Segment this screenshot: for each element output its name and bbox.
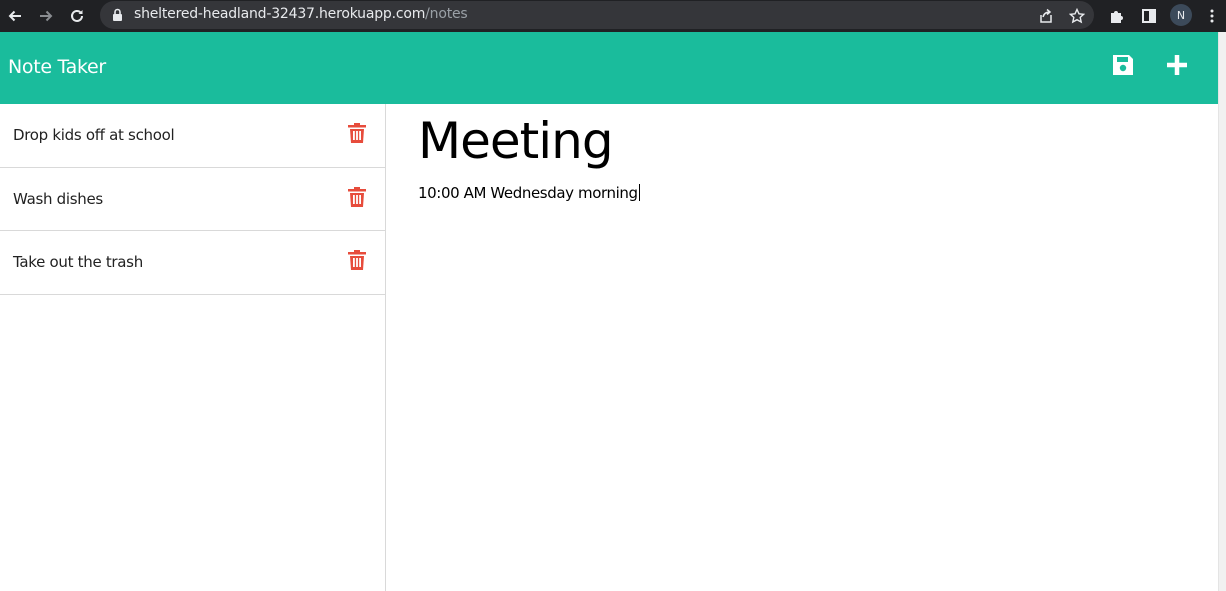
app-title[interactable]: Note Taker — [8, 56, 106, 78]
note-list: Drop kids off at school Wash dishes Take… — [0, 104, 386, 591]
plus-icon — [1165, 53, 1189, 82]
forward-arrow-icon[interactable] — [34, 4, 58, 28]
note-list-item-title: Wash dishes — [13, 189, 103, 208]
floppy-disk-icon — [1111, 53, 1135, 82]
note-list-item-title: Drop kids off at school — [13, 126, 175, 144]
reload-icon[interactable] — [65, 4, 89, 28]
url-path: /notes — [425, 6, 468, 22]
note-list-item[interactable]: Wash dishes — [0, 168, 385, 231]
browser-menu-icon[interactable] — [1201, 5, 1223, 27]
note-list-item-title: Take out the trash — [13, 253, 143, 271]
profile-avatar[interactable]: N — [1170, 4, 1192, 26]
note-text-content: 10:00 AM Wednesday morning — [418, 184, 638, 202]
back-arrow-icon[interactable] — [3, 4, 27, 28]
side-panel-icon[interactable] — [1138, 5, 1160, 27]
bookmark-star-icon[interactable] — [1066, 5, 1088, 27]
share-icon[interactable] — [1035, 5, 1057, 27]
text-caret — [638, 184, 640, 201]
trash-icon[interactable] — [347, 249, 367, 271]
browser-toolbar: sheltered-headland-32437.herokuapp.com/n… — [0, 0, 1226, 32]
note-title-input[interactable]: Meeting — [418, 112, 614, 170]
note-list-item[interactable]: Take out the trash — [0, 231, 385, 295]
address-url[interactable]: sheltered-headland-32437.herokuapp.com/n… — [134, 6, 468, 22]
trash-icon[interactable] — [347, 122, 367, 144]
url-host: sheltered-headland-32437.herokuapp.com — [134, 6, 426, 22]
save-note-button[interactable] — [1108, 52, 1138, 82]
extensions-puzzle-icon[interactable] — [1106, 5, 1128, 27]
trash-icon[interactable] — [347, 186, 367, 208]
new-note-button[interactable] — [1162, 52, 1192, 82]
note-text-area[interactable]: 10:00 AM Wednesday morning — [418, 184, 640, 202]
lock-icon[interactable] — [112, 8, 123, 27]
app-navbar: Note Taker — [0, 32, 1218, 104]
scrollbar[interactable] — [1218, 32, 1226, 591]
note-list-item[interactable]: Drop kids off at school — [0, 104, 385, 168]
